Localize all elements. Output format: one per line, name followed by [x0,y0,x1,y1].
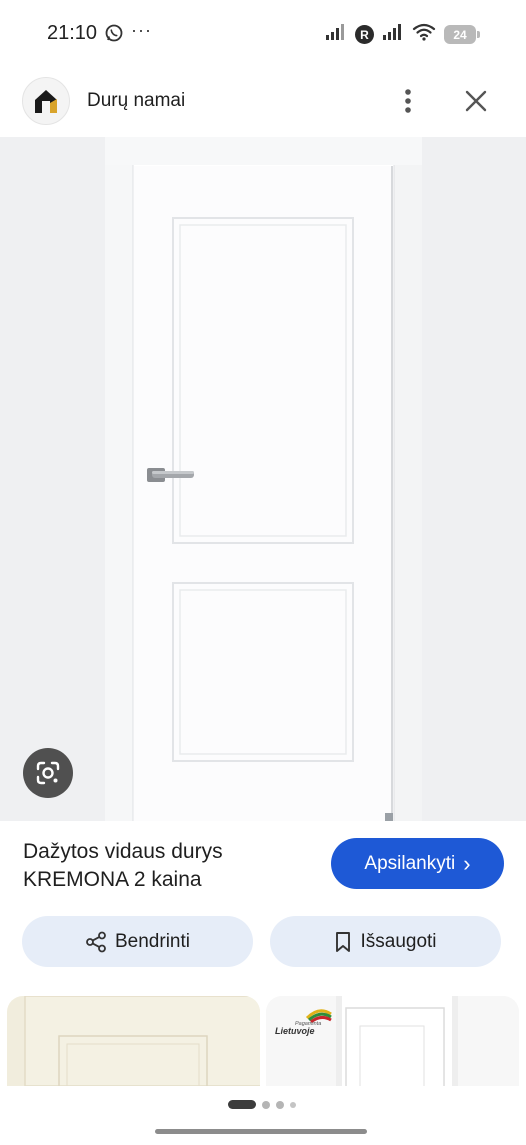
house-logo-icon [35,90,57,113]
status-bar: 21:10 ··· R 24 [0,0,526,68]
roaming-badge: R [355,25,374,44]
save-button[interactable]: Išsaugoti [270,916,501,967]
site-name[interactable]: Durų namai [87,90,185,112]
related-image-card[interactable] [7,996,260,1086]
bookmark-icon [336,931,351,952]
visit-button-label: Apsilankyti [364,852,456,874]
save-button-label: Išsaugoti [360,930,437,952]
badge-text-bottom: Lietuvoje [275,1026,315,1036]
close-icon[interactable] [460,85,492,117]
home-indicator[interactable] [155,1129,367,1134]
more-vert-icon[interactable] [393,84,423,118]
carousel-dot [290,1101,296,1108]
share-button-label: Bendrinti [115,930,190,952]
share-icon [86,931,106,952]
status-time: 21:10 [47,22,98,44]
status-icons: R 24 [325,23,480,46]
site-logo[interactable] [22,77,70,125]
notification-more-icon: ··· [131,20,152,40]
whatsapp-icon [105,24,123,47]
signal-icon [382,23,404,46]
made-in-lithuania-badge: Pagaminta Lietuvoje [273,1006,339,1036]
product-image[interactable] [0,137,526,821]
carousel-dot [276,1100,284,1109]
chevron-right-icon: › [463,850,471,876]
carousel-dot [262,1100,270,1109]
google-lens-icon[interactable] [23,748,73,798]
door-illustration [105,137,422,821]
carousel-indicator[interactable] [228,1100,296,1109]
signal-icon [325,23,347,46]
carousel-dot-active [228,1100,256,1109]
product-title: Dažytos vidaus durys KREMONA 2 kaina [23,840,223,891]
header: Durų namai [0,68,526,134]
related-image-card[interactable]: Pagaminta Lietuvoje [266,996,519,1086]
battery-indicator: 24 [444,25,480,44]
share-button[interactable]: Bendrinti [22,916,253,967]
wifi-icon [412,23,436,46]
visit-button[interactable]: Apsilankyti › [331,838,504,889]
cream-door-thumbnail [24,996,260,1086]
